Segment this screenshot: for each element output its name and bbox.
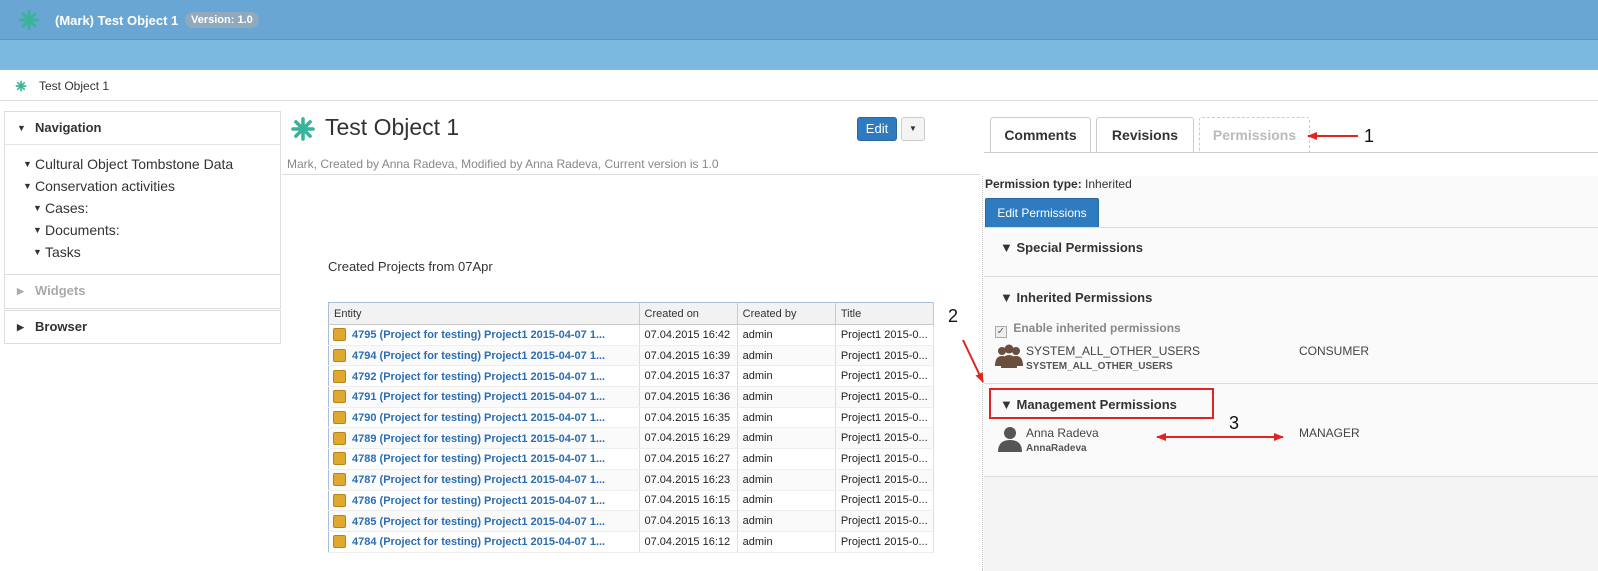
annotation-arrow-2: [962, 339, 984, 383]
annotation-arrows: [962, 132, 1358, 441]
